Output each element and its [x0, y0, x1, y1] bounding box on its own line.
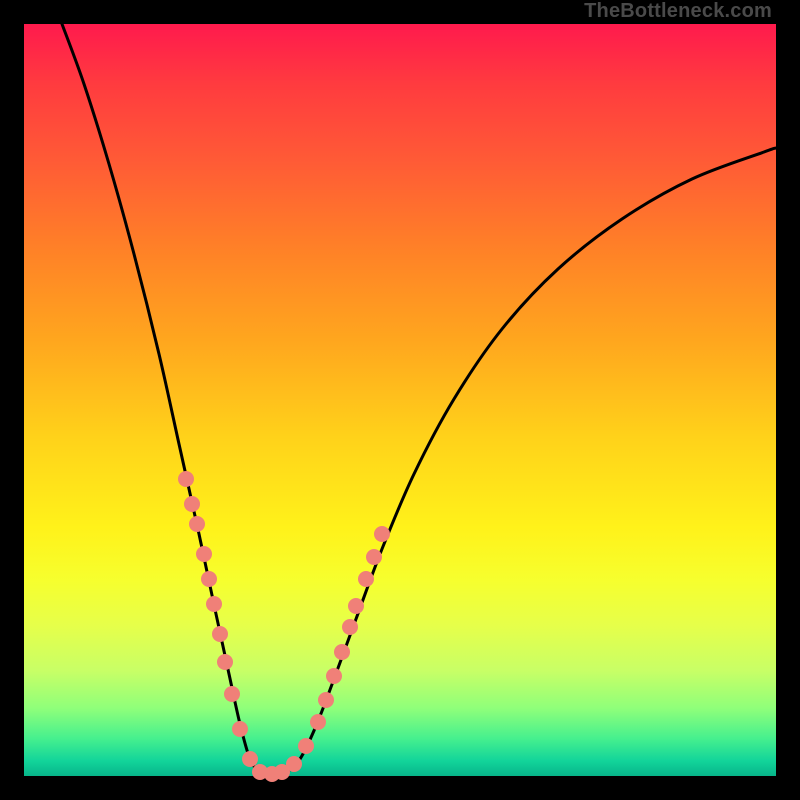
data-dot — [242, 751, 258, 767]
chart-frame: TheBottleneck.com — [0, 0, 800, 800]
data-dot — [189, 516, 205, 532]
curve-svg — [24, 24, 776, 776]
data-dot — [298, 738, 314, 754]
data-dot — [206, 596, 222, 612]
data-dot — [184, 496, 200, 512]
plot-area — [24, 24, 776, 776]
data-dot — [348, 598, 364, 614]
data-dot — [201, 571, 217, 587]
data-dot — [178, 471, 194, 487]
data-dot — [232, 721, 248, 737]
data-dot — [358, 571, 374, 587]
watermark-text: TheBottleneck.com — [584, 0, 772, 23]
data-dot — [310, 714, 326, 730]
data-dot — [212, 626, 228, 642]
data-dot — [196, 546, 212, 562]
data-dot — [318, 692, 334, 708]
data-dot — [342, 619, 358, 635]
data-dot — [374, 526, 390, 542]
data-dot — [366, 549, 382, 565]
data-dot — [224, 686, 240, 702]
data-dot — [286, 756, 302, 772]
data-dot — [217, 654, 233, 670]
data-dot — [334, 644, 350, 660]
bottleneck-curve — [62, 24, 776, 774]
data-dot — [326, 668, 342, 684]
data-dots — [178, 471, 390, 782]
